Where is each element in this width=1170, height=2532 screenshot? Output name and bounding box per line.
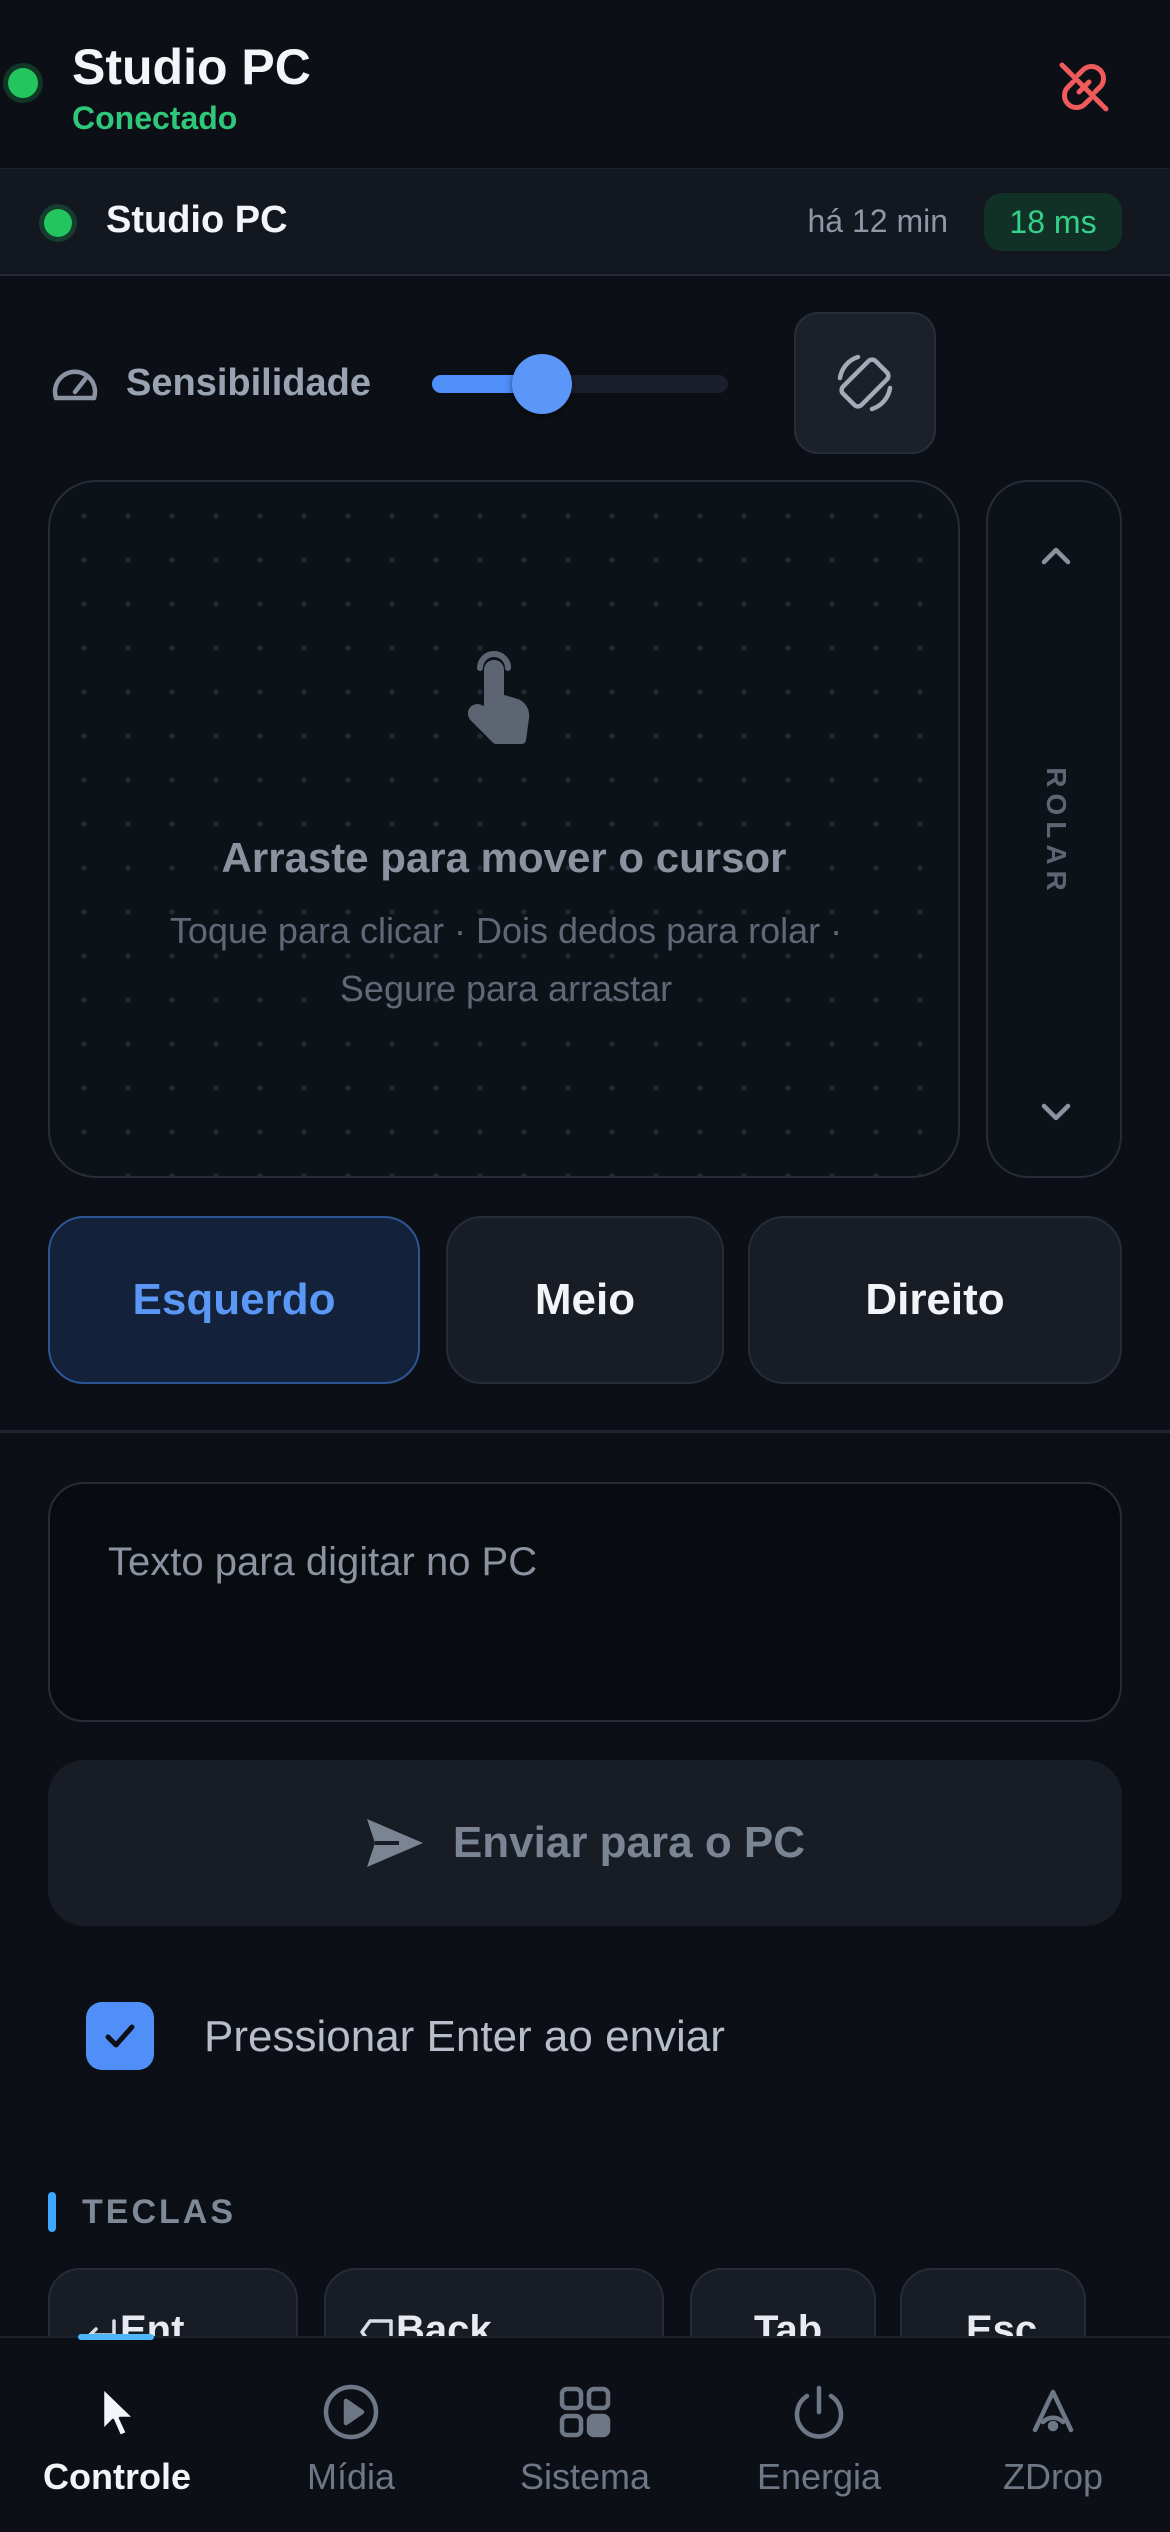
send-to-pc-button[interactable]: Enviar para o PC <box>48 1760 1122 1926</box>
keys-row: Ent Back Tab Esc <box>0 2268 1170 2336</box>
enter-key-label: Ent <box>120 2308 185 2336</box>
chevron-up-icon[interactable] <box>1032 532 1080 580</box>
tab-label: Energia <box>756 2456 882 2497</box>
zdrop-icon <box>1021 2380 1085 2444</box>
speedometer-icon <box>50 362 100 406</box>
enter-key-button[interactable]: Ent <box>48 2268 298 2336</box>
app-header: Studio PC Conectado <box>0 0 1170 168</box>
tab-midia[interactable]: Mídia <box>234 2338 468 2532</box>
keys-section-title: TECLAS <box>82 2193 236 2231</box>
page-title: Studio PC <box>72 39 311 95</box>
connection-status-text: Conectado <box>72 100 238 136</box>
tab-label: Sistema <box>519 2456 651 2497</box>
power-icon <box>787 2380 851 2444</box>
section-accent-bar <box>48 2192 56 2232</box>
grid-icon <box>553 2380 617 2444</box>
scroll-strip[interactable]: ROLAR <box>986 480 1122 1178</box>
tab-label: Mídia <box>306 2456 396 2497</box>
right-click-button[interactable]: Direito <box>748 1216 1122 1384</box>
backspace-icon <box>360 2312 394 2336</box>
tab-key-button[interactable]: Tab <box>690 2268 876 2336</box>
enter-on-send-label: Pressionar Enter ao enviar <box>204 2012 725 2061</box>
escape-key-button[interactable]: Esc <box>900 2268 1086 2336</box>
section-divider <box>0 1430 1170 1433</box>
latency-badge: 18 ms <box>984 193 1122 251</box>
middle-click-button[interactable]: Meio <box>446 1216 724 1384</box>
rotate-icon <box>837 354 893 412</box>
rotate-screen-button[interactable] <box>794 312 936 454</box>
touchpad-hint: Toque para clicar · Dois dedos para rola… <box>169 910 843 1009</box>
connection-status-dot <box>8 68 38 98</box>
tab-label: Controle <box>43 2456 191 2497</box>
send-button-label: Enviar para o PC <box>452 1818 806 1867</box>
touch-gesture-icon <box>458 642 554 754</box>
enter-icon <box>84 2312 118 2336</box>
slider-thumb[interactable] <box>511 354 572 414</box>
bottom-navigation: Controle Mídia Sistema Energia ZDrop <box>0 2334 1170 2532</box>
tab-energia[interactable]: Energia <box>702 2338 936 2532</box>
checkmark-icon <box>105 2024 135 2048</box>
device-status-dot <box>44 209 72 237</box>
tab-label: ZDrop <box>1002 2456 1104 2497</box>
touchpad-title: Arraste para mover o cursor <box>221 834 787 881</box>
escape-key-label: Esc <box>966 2308 1038 2336</box>
chevron-down-icon[interactable] <box>1032 1088 1080 1136</box>
tab-controle[interactable]: Controle <box>0 2338 234 2532</box>
remote-control-screen: Studio PC Conectado Studio PC há 12 min … <box>0 0 1170 2532</box>
last-seen-text: há 12 min <box>807 203 948 239</box>
device-info-bar[interactable]: Studio PC há 12 min 18 ms <box>0 168 1170 276</box>
send-icon <box>366 1819 423 1867</box>
sensitivity-label: Sensibilidade <box>126 362 371 404</box>
touchpad-area[interactable]: Arraste para mover o cursor Toque para c… <box>48 480 960 1178</box>
device-name: Studio PC <box>106 199 288 241</box>
left-click-button[interactable]: Esquerdo <box>48 1216 420 1384</box>
backspace-key-label: Back <box>396 2308 492 2336</box>
cursor-icon <box>85 2380 149 2444</box>
backspace-key-button[interactable]: Back <box>324 2268 664 2336</box>
tab-zdrop[interactable]: ZDrop <box>936 2338 1170 2532</box>
tab-sistema[interactable]: Sistema <box>468 2338 702 2532</box>
play-circle-icon <box>319 2380 383 2444</box>
text-input-field[interactable] <box>48 1482 1122 1722</box>
enter-on-send-checkbox[interactable] <box>86 2002 154 2070</box>
scroll-label: ROLAR <box>1041 767 1072 897</box>
tab-key-label: Tab <box>754 2308 823 2336</box>
link-broken-icon[interactable] <box>1052 55 1116 119</box>
sensitivity-slider[interactable] <box>432 354 728 414</box>
